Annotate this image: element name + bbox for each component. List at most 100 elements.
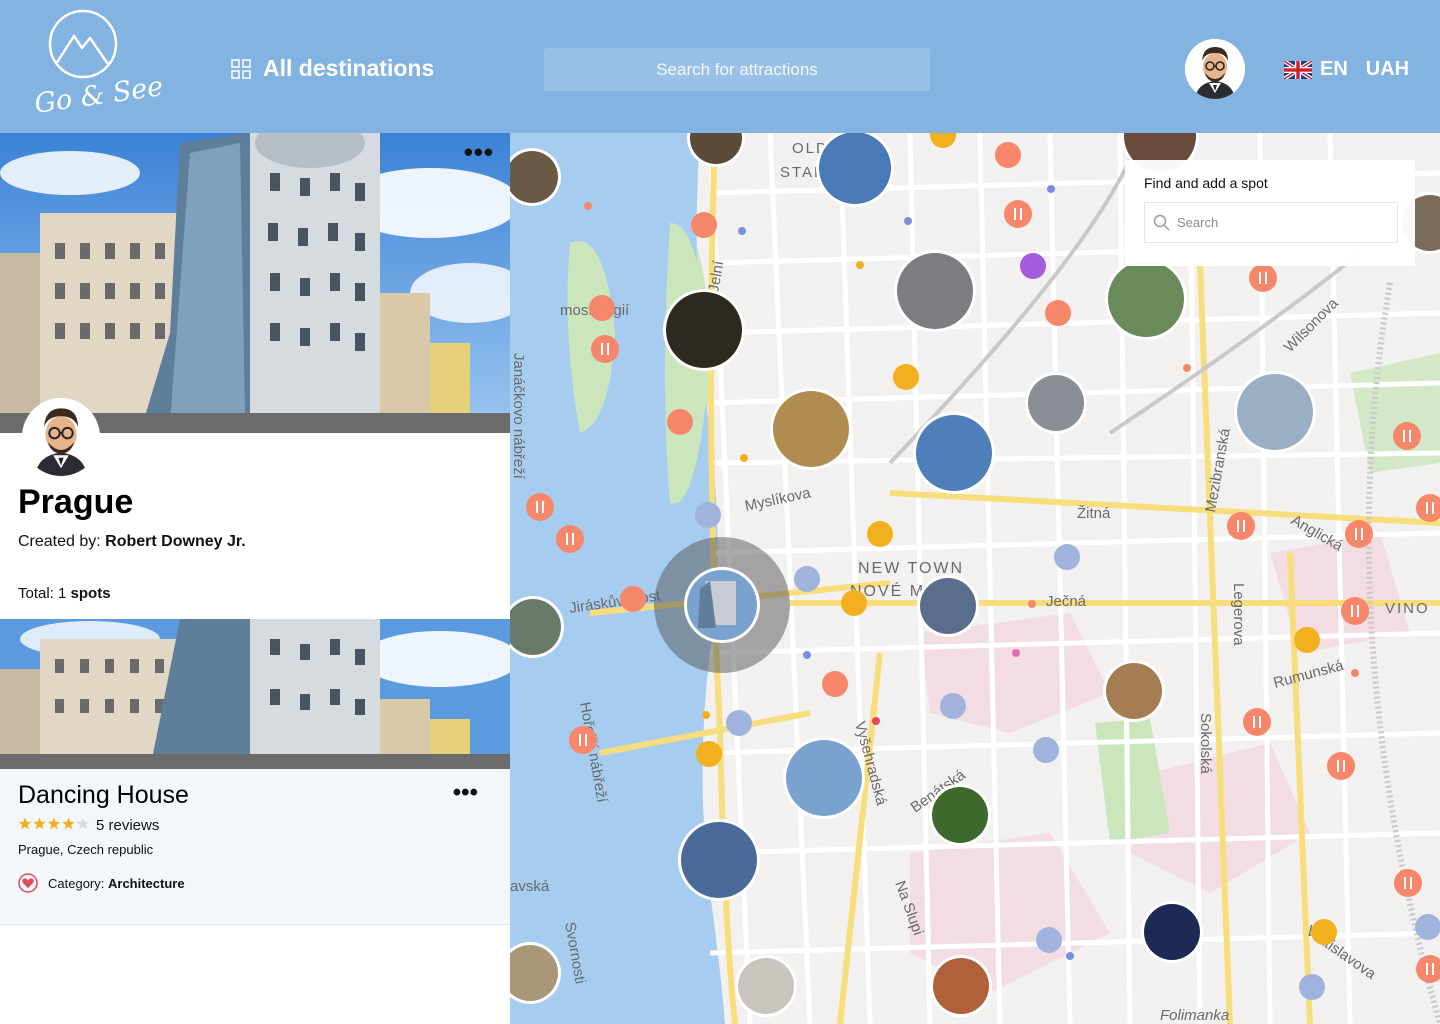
spot-category: Category: Architecture [18,873,185,893]
church-marker-icon [1054,544,1080,570]
restaurant-marker-icon[interactable] [569,726,597,754]
user-avatar[interactable] [1185,39,1245,99]
label-vinohradska: VINO [1385,600,1430,617]
total-label: Total: [18,585,54,602]
currency-selector[interactable]: UAH [1366,58,1409,81]
photo-thumbnail-icon [1028,375,1084,431]
label-janackovo: Janáčkovo nábřeží [510,353,527,480]
dancing-house-photo-icon [0,133,510,433]
restaurant-marker-icon[interactable] [1394,869,1422,897]
destination-panel: ••• Prague Created by: Robert Downey Jr.… [0,133,510,1024]
star-icon [62,817,75,830]
photo-thumbnail-icon [681,822,757,898]
find-spot-title: Find and add a spot [1144,175,1268,191]
photo-thumbnail-icon [738,958,794,1014]
spot-more-button[interactable]: ••• [453,779,478,807]
label-jecna: Ječná [1046,593,1087,610]
label-new-town: NEW TOWN [858,560,964,577]
camera-marker-icon [726,710,752,736]
all-destinations-nav[interactable]: All destinations [231,55,434,82]
map-canvas[interactable]: OLD STAR NEW TOWN NOVÉ M Myslíkova Žitná… [510,133,1440,1024]
label-sokolska: Sokolská [1197,713,1214,775]
restaurant-marker-icon[interactable] [1341,597,1369,625]
language-code: EN [1320,58,1348,80]
hotel-marker-icon [893,364,919,390]
restaurant-marker-icon[interactable] [1393,422,1421,450]
reviews-link[interactable]: 5 reviews [96,817,159,834]
museum-marker-icon [1299,974,1325,1000]
grid-icon [231,58,251,79]
restaurant-marker-icon[interactable] [1004,200,1032,228]
star-rating-icon [18,817,90,830]
restaurant-marker-icon[interactable] [1327,752,1355,780]
star-icon [47,817,61,830]
all-destinations-label: All destinations [263,55,435,81]
language-selector[interactable]: EN UAH [1284,58,1409,81]
spot-image[interactable] [0,619,510,769]
map[interactable]: OLD STAR NEW TOWN NOVÉ M Myslíkova Žitná… [510,133,1440,1024]
figure-marker-icon [1415,914,1440,940]
museum-marker-icon [1033,737,1059,763]
spot-name[interactable]: Dancing House [18,781,189,810]
photo-thumbnail-icon [819,133,891,204]
photo-thumbnail-icon [1108,261,1184,337]
find-spot-search-input[interactable] [1175,203,1395,242]
cafe-marker-icon [822,671,848,697]
restaurant-marker-icon[interactable] [1243,708,1271,736]
attraction-marker-icon [620,586,646,612]
shopping-cart-icon [1311,919,1337,945]
created-by: Created by: Robert Downey Jr. [18,533,246,551]
attractions-search-input[interactable] [544,48,930,91]
photo-thumbnail-icon [933,958,989,1014]
created-by-label: Created by: [18,533,101,550]
photo-thumbnail-icon [1106,663,1162,719]
restaurant-marker-icon[interactable] [591,335,619,363]
cafe-marker-icon [1045,300,1071,326]
spot-rating [18,817,90,831]
church-marker-icon [794,566,820,592]
find-spot-field[interactable] [1144,202,1398,243]
category-label: Category: [48,875,105,891]
restaurant-marker-icon[interactable] [1227,512,1255,540]
photo-thumbnail-icon [897,253,973,329]
destination-title: Prague [18,483,134,521]
photo-thumbnail-icon [920,578,976,634]
total-unit: spots [70,585,111,602]
place-marker-icon [695,502,721,528]
attraction-marker-icon [691,212,717,238]
pill-marker-icon [940,693,966,719]
photo-thumbnail-icon [932,787,988,843]
dancing-house-photo-icon [0,619,510,769]
star-marker-icon [696,741,722,767]
star-icon [18,817,32,830]
shopping-cart-icon [841,590,867,616]
photo-thumbnail-icon [1237,374,1313,450]
header: Go & See All destinations Search for att… [0,0,1440,133]
heart-icon[interactable] [18,873,38,893]
spot-location: Prague, Czech republic [18,842,154,857]
shopping-cart-icon [867,521,893,547]
destination-more-button[interactable]: ••• [464,137,494,168]
hotel-marker-icon [1294,627,1320,653]
attraction-marker-icon [589,295,615,321]
destination-hero-image: ••• [0,133,510,433]
author-name[interactable]: Robert Downey Jr. [105,533,245,550]
restaurant-marker-icon[interactable] [526,493,554,521]
label-slavska: avská [510,878,550,895]
label-zitna: Žitná [1077,505,1111,522]
attraction-marker-icon [995,142,1021,168]
author-avatar[interactable] [22,398,100,476]
spot-card[interactable]: Dancing House ••• 5 reviews Prague, Czec… [0,619,510,925]
label-legerova: Legerova [1230,583,1247,646]
restaurant-marker-icon[interactable] [1345,520,1373,548]
total-spots: Total: 1 spots [18,585,111,602]
search-icon [1153,214,1170,231]
avatar-illustration-icon [22,398,100,476]
star-icon [76,817,90,830]
restaurant-marker-icon[interactable] [556,525,584,553]
logo[interactable]: Go & See [30,8,165,128]
photo-thumbnail-icon [666,292,742,368]
museum-marker-icon [1036,927,1062,953]
restaurant-marker-icon[interactable] [1249,264,1277,292]
label-folimanka: Folimanka [1160,1007,1229,1024]
